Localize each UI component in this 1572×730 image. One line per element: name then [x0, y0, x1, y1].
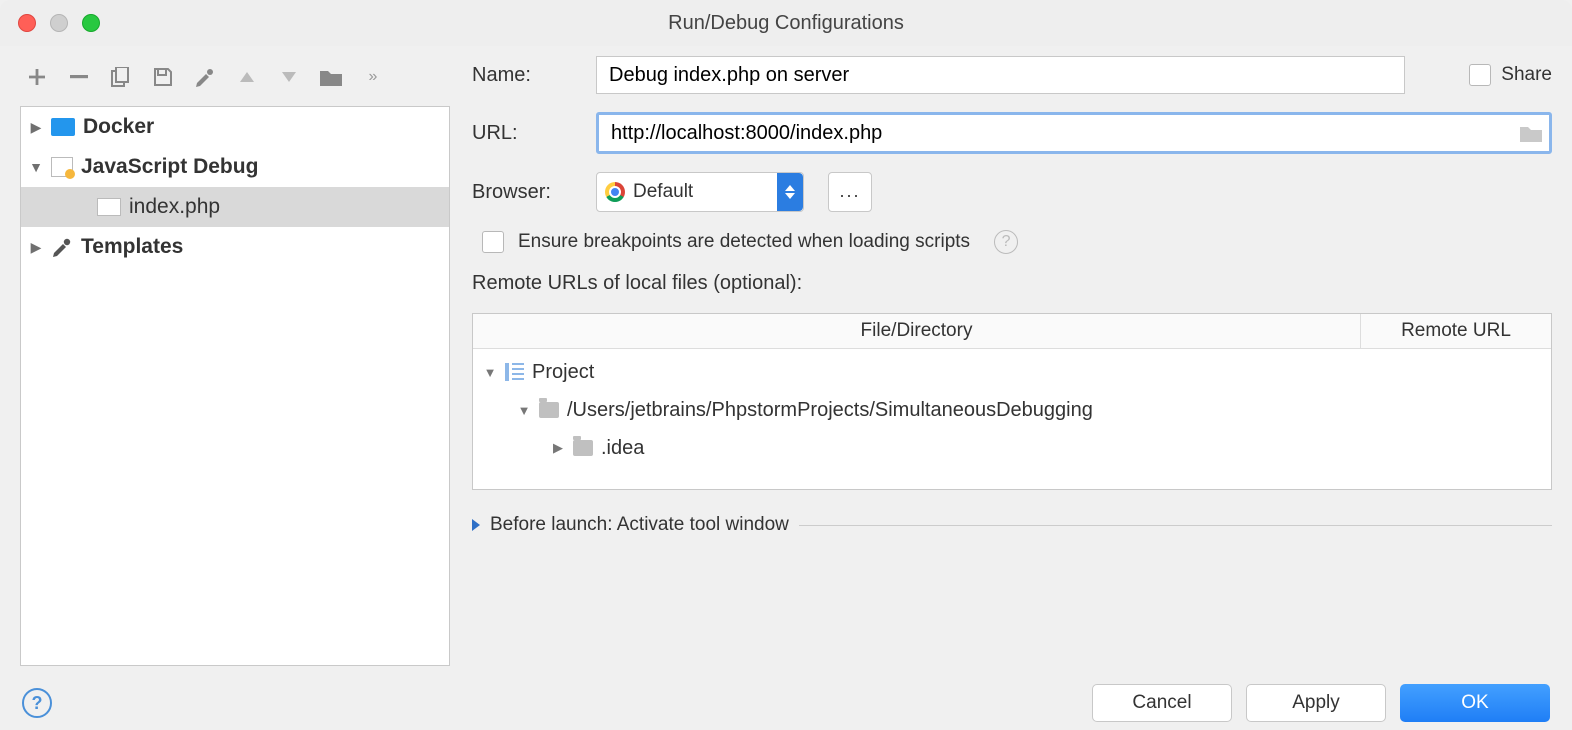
url-input[interactable]	[599, 115, 1513, 151]
move-up-icon[interactable]	[236, 66, 258, 88]
wrench-icon	[51, 236, 73, 258]
titlebar: Run/Debug Configurations	[0, 0, 1572, 46]
move-down-icon[interactable]	[278, 66, 300, 88]
tree-item-js-debug[interactable]: ▼ JavaScript Debug	[21, 147, 449, 187]
share-checkbox[interactable]	[1469, 64, 1491, 86]
chevron-down-icon: ▼	[517, 403, 531, 418]
url-label: URL:	[472, 122, 582, 145]
project-icon	[505, 363, 524, 381]
chevron-down-icon: ▼	[483, 365, 497, 380]
browser-value: Default	[633, 181, 693, 203]
ensure-checkbox[interactable]	[482, 231, 504, 253]
dialog-footer: ? Cancel Apply OK	[0, 676, 1572, 730]
browser-row: Browser: Default ...	[472, 172, 1552, 212]
file-icon	[97, 198, 121, 216]
remote-section-label: Remote URLs of local files (optional):	[472, 272, 1552, 295]
folder-icon	[573, 440, 593, 456]
tree-item-docker[interactable]: ▶ Docker	[21, 107, 449, 147]
remote-table-body: ▼ Project ▼ /Users/jetbrains/PhpstormPro…	[473, 349, 1551, 489]
before-launch-label: Before launch: Activate tool window	[490, 514, 789, 536]
folder-icon	[539, 402, 559, 418]
name-label: Name:	[472, 64, 582, 87]
row-label: Project	[532, 361, 594, 384]
table-row[interactable]: ▼ Project	[473, 353, 1551, 391]
help-button[interactable]: ?	[22, 688, 52, 718]
table-row[interactable]: ▼ /Users/jetbrains/PhpstormProjects/Simu…	[473, 391, 1551, 429]
window-title: Run/Debug Configurations	[0, 12, 1572, 35]
chrome-icon	[605, 182, 625, 202]
cancel-button[interactable]: Cancel	[1092, 684, 1232, 722]
ensure-row: Ensure breakpoints are detected when loa…	[472, 230, 1552, 254]
browse-folder-icon[interactable]	[1513, 124, 1549, 142]
tree-item-index-php[interactable]: index.php	[21, 187, 449, 227]
expand-icon[interactable]: »	[362, 66, 384, 88]
browser-label: Browser:	[472, 181, 582, 204]
table-row[interactable]: ▶ .idea	[473, 429, 1551, 467]
left-panel: » ▶ Docker ▼ JavaScript Debug index.php …	[0, 46, 462, 676]
name-row: Name: Share	[472, 56, 1552, 94]
copy-icon[interactable]	[110, 66, 132, 88]
chevron-right-icon: ▶	[29, 239, 43, 256]
add-icon[interactable]	[26, 66, 48, 88]
chevron-right-icon: ▶	[551, 440, 565, 456]
tree-label: index.php	[129, 195, 220, 219]
divider	[799, 525, 1552, 526]
help-icon[interactable]: ?	[994, 230, 1018, 254]
docker-icon	[51, 118, 75, 136]
ok-button[interactable]: OK	[1400, 684, 1550, 722]
js-debug-icon	[51, 157, 73, 177]
share-group: Share	[1469, 64, 1552, 86]
tree-label: JavaScript Debug	[81, 155, 258, 179]
tree-item-templates[interactable]: ▶ Templates	[21, 227, 449, 267]
config-toolbar: »	[20, 56, 450, 98]
url-field-wrap	[596, 112, 1552, 154]
row-label: /Users/jetbrains/PhpstormProjects/Simult…	[567, 399, 1093, 422]
settings-icon[interactable]	[194, 66, 216, 88]
tree-label: Templates	[81, 235, 183, 259]
before-launch-row[interactable]: Before launch: Activate tool window	[472, 514, 1552, 536]
tree-label: Docker	[83, 115, 154, 139]
remote-table: File/Directory Remote URL ▼ Project ▼ /U…	[472, 313, 1552, 490]
name-input[interactable]	[596, 56, 1405, 94]
col-remote-url[interactable]: Remote URL	[1361, 314, 1551, 348]
config-tree[interactable]: ▶ Docker ▼ JavaScript Debug index.php ▶ …	[20, 106, 450, 666]
row-label: .idea	[601, 437, 644, 460]
url-row: URL:	[472, 112, 1552, 154]
apply-button[interactable]: Apply	[1246, 684, 1386, 722]
save-icon[interactable]	[152, 66, 174, 88]
share-label: Share	[1501, 64, 1552, 86]
chevron-down-icon: ▼	[29, 159, 43, 175]
browser-select[interactable]: Default	[596, 172, 804, 212]
remote-table-header: File/Directory Remote URL	[473, 314, 1551, 349]
remove-icon[interactable]	[68, 66, 90, 88]
col-file-directory[interactable]: File/Directory	[473, 314, 1361, 348]
right-panel: Name: Share URL: Browser: Default ...	[462, 46, 1572, 676]
folder-icon[interactable]	[320, 66, 342, 88]
disclosure-triangle-icon	[472, 519, 480, 531]
browser-more-button[interactable]: ...	[828, 172, 872, 212]
select-arrows-icon	[777, 173, 803, 211]
chevron-right-icon: ▶	[29, 119, 43, 136]
ensure-label: Ensure breakpoints are detected when loa…	[518, 231, 970, 253]
